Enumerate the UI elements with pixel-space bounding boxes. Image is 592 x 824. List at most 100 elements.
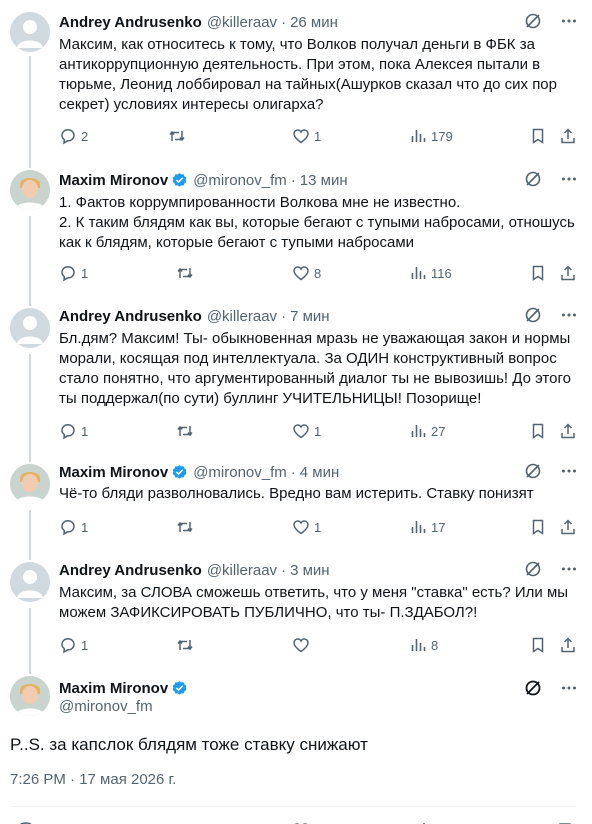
- tweet-top-actions: [524, 306, 578, 324]
- bookmark-icon: [529, 636, 547, 654]
- more-icon[interactable]: [560, 560, 578, 578]
- author-handle[interactable]: @killeraav: [207, 14, 277, 31]
- tweet-text: Максим, за СЛОВА сможешь ответить, что у…: [59, 584, 569, 621]
- tweet-top-actions: [524, 170, 578, 188]
- tweet-time[interactable]: 7 мин: [290, 308, 330, 325]
- more-icon[interactable]: [560, 12, 578, 30]
- bookmark-button[interactable]: [529, 635, 547, 655]
- like-button[interactable]: 1: [292, 126, 321, 146]
- tweet-text: Чё-то бляди разволновались. Вредно вам и…: [59, 485, 534, 502]
- avatar[interactable]: [10, 562, 50, 602]
- author-handle[interactable]: @killeraav: [207, 308, 277, 325]
- author-name[interactable]: Maxim Mironov: [59, 464, 168, 481]
- reply-count: 2: [81, 128, 89, 144]
- grok-icon[interactable]: [524, 170, 542, 188]
- share-button[interactable]: [559, 517, 577, 537]
- avatar[interactable]: [10, 464, 50, 504]
- author-name[interactable]: Andrey Andrusenko: [59, 562, 202, 579]
- views-button[interactable]: 17: [409, 517, 445, 537]
- thread-line: [29, 510, 31, 560]
- author-handle[interactable]: @mironov_fm: [193, 172, 287, 189]
- reply-button[interactable]: 1: [59, 635, 88, 655]
- reply-count: 1: [81, 637, 89, 653]
- like-button[interactable]: 1: [292, 421, 321, 441]
- views-count: 179: [431, 128, 453, 144]
- like-count: 8: [314, 265, 322, 281]
- author-handle[interactable]: @mironov_fm: [59, 698, 153, 715]
- views-button[interactable]: 8: [409, 635, 438, 655]
- share-button[interactable]: [559, 126, 577, 146]
- tweet-actions: 1 1 17: [59, 517, 577, 537]
- views-count: 17: [431, 519, 446, 535]
- grok-icon[interactable]: [524, 12, 542, 30]
- views-button[interactable]: 179: [409, 126, 453, 146]
- grok-icon[interactable]: [524, 462, 542, 480]
- reply-count: 1: [81, 265, 89, 281]
- like-icon: [292, 127, 310, 145]
- verified-icon: [171, 464, 188, 481]
- views-button[interactable]: 27: [409, 421, 445, 441]
- reply-icon: [59, 518, 77, 536]
- tweet-time[interactable]: 13 мин: [300, 172, 348, 189]
- thread-line: [29, 216, 31, 306]
- like-button[interactable]: 1: [292, 517, 321, 537]
- share-icon: [559, 264, 577, 282]
- more-icon[interactable]: [560, 170, 578, 188]
- tweet-top-actions: [524, 560, 578, 578]
- bookmark-button[interactable]: [529, 421, 547, 441]
- share-icon: [559, 127, 577, 145]
- reply-button[interactable]: 1: [59, 263, 88, 283]
- author-name[interactable]: Maxim Mironov: [59, 680, 168, 697]
- tweet-text: 1. Фактов коррумпированности Волкова мне…: [59, 194, 575, 251]
- grok-icon[interactable]: [524, 560, 542, 578]
- like-count: 1: [314, 423, 322, 439]
- avatar[interactable]: [10, 676, 50, 716]
- author-name[interactable]: Maxim Mironov: [59, 172, 168, 189]
- avatar[interactable]: [10, 12, 50, 52]
- share-icon: [559, 422, 577, 440]
- repost-button[interactable]: [168, 126, 190, 146]
- views-button[interactable]: 116: [409, 263, 452, 283]
- bookmark-button[interactable]: [529, 126, 547, 146]
- share-button[interactable]: [559, 263, 577, 283]
- tweet-actions: 1 8: [59, 635, 577, 655]
- reply-button[interactable]: 1: [59, 421, 88, 441]
- author-handle[interactable]: @killeraav: [207, 562, 277, 579]
- repost-button[interactable]: [176, 635, 198, 655]
- views-icon: [409, 636, 427, 654]
- author-name[interactable]: Andrey Andrusenko: [59, 14, 202, 31]
- separator-dot: ·: [290, 463, 296, 481]
- reply-button[interactable]: 1: [59, 517, 88, 537]
- like-icon: [292, 264, 310, 282]
- repost-button[interactable]: [176, 421, 198, 441]
- grok-icon[interactable]: [524, 679, 542, 697]
- tweet-header: Andrey Andrusenko @killeraav · 26 мин: [59, 12, 338, 32]
- avatar[interactable]: [10, 308, 50, 348]
- tweet-timestamp[interactable]: 7:26 PM · 17 мая 2026 г.: [10, 771, 176, 788]
- reply-button[interactable]: 2: [59, 126, 88, 146]
- thread-line: [29, 354, 31, 462]
- grok-icon[interactable]: [524, 306, 542, 324]
- repost-button[interactable]: [176, 263, 198, 283]
- bookmark-button[interactable]: [529, 517, 547, 537]
- author-handle[interactable]: @mironov_fm: [193, 464, 287, 481]
- main-tweet-text: P..S. за капслок блядям тоже ставку сниж…: [10, 735, 368, 754]
- tweet-time[interactable]: 4 мин: [300, 464, 340, 481]
- tweet-time[interactable]: 3 мин: [290, 562, 330, 579]
- like-button[interactable]: 8: [292, 263, 321, 283]
- share-button[interactable]: [559, 421, 577, 441]
- more-icon[interactable]: [560, 679, 578, 697]
- like-button[interactable]: [292, 635, 314, 655]
- avatar[interactable]: [10, 170, 50, 210]
- views-count: 27: [431, 423, 446, 439]
- bookmark-button[interactable]: [529, 263, 547, 283]
- reply-icon: [59, 127, 77, 145]
- tweet-time[interactable]: 26 мин: [290, 14, 338, 31]
- tweet-text: Бл.дям? Максим! Ты- обыкновенная мразь н…: [59, 330, 571, 407]
- divider: [10, 806, 576, 807]
- more-icon[interactable]: [560, 306, 578, 324]
- share-button[interactable]: [559, 635, 577, 655]
- more-icon[interactable]: [560, 462, 578, 480]
- author-name[interactable]: Andrey Andrusenko: [59, 308, 202, 325]
- repost-button[interactable]: [176, 517, 198, 537]
